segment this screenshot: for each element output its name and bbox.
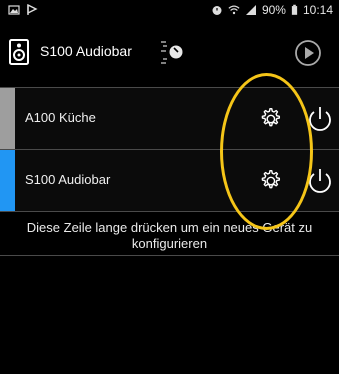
device-row-a100[interactable]: A100 Küche — [0, 87, 339, 149]
battery-icon — [291, 4, 298, 15]
add-device-hint-text: Diese Zeile lange drücken um ein neues G… — [26, 220, 313, 251]
add-device-hint-row[interactable]: Diese Zeile lange drücken um ein neues G… — [0, 211, 339, 256]
equalizer-button[interactable] — [155, 37, 187, 69]
settings-gear-icon[interactable] — [257, 106, 283, 132]
battery-percent: 90% — [261, 3, 286, 17]
play-icon — [295, 40, 321, 66]
app-screen: 90% 10:14 S100 Audiobar A100 Küche S100 … — [0, 0, 339, 374]
current-device-title: S100 Audiobar — [40, 43, 132, 59]
wifi-icon — [228, 5, 240, 15]
equalizer-icon — [161, 41, 183, 64]
device-status-strip — [0, 150, 15, 211]
image-notification-icon — [8, 5, 20, 15]
device-name: A100 Küche — [25, 110, 96, 125]
device-name: S100 Audiobar — [25, 172, 111, 187]
flag-notification-icon — [27, 4, 38, 15]
speaker-icon[interactable] — [9, 39, 29, 65]
device-row-s100[interactable]: S100 Audiobar — [0, 149, 339, 211]
device-status-strip — [0, 88, 15, 149]
clock: 10:14 — [302, 3, 333, 17]
status-bar-right: 90% 10:14 — [211, 3, 333, 17]
status-bar-left — [8, 4, 38, 16]
power-icon[interactable] — [305, 104, 335, 134]
status-bar: 90% 10:14 — [0, 0, 339, 22]
app-toolbar: S100 Audiobar — [0, 24, 339, 140]
settings-gear-icon[interactable] — [257, 168, 283, 194]
device-list: A100 Küche S100 Audiobar — [0, 87, 339, 211]
alarm-icon — [212, 6, 222, 15]
power-icon[interactable] — [305, 166, 335, 196]
signal-icon — [245, 5, 256, 15]
play-button[interactable] — [292, 37, 324, 69]
